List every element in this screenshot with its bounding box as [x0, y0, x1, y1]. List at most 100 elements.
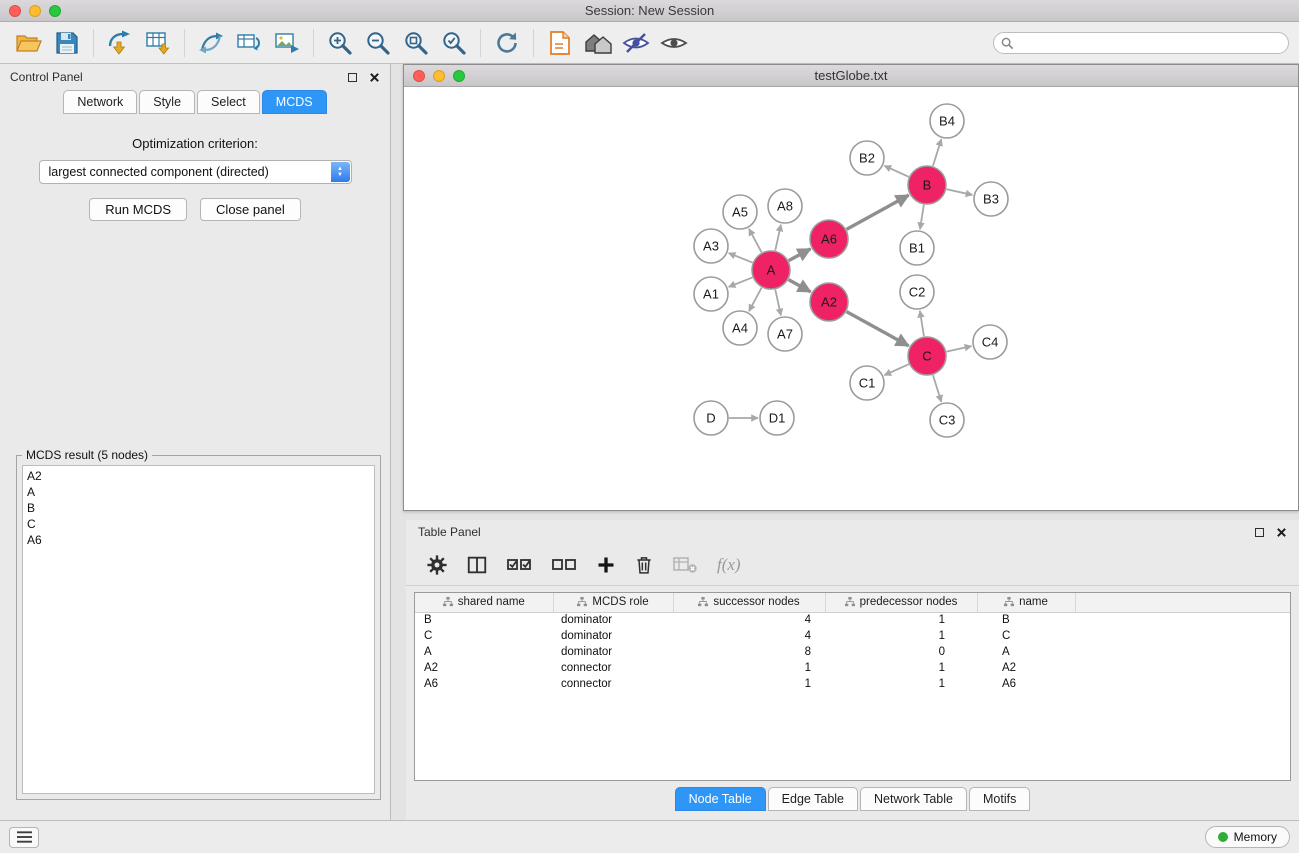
graph-node-C3[interactable]: C3 [930, 403, 964, 437]
float-panel-icon[interactable] [348, 73, 357, 82]
graph-node-A4[interactable]: A4 [723, 311, 757, 345]
table-cell[interactable]: A6 [977, 676, 1075, 692]
graph-node-A3[interactable]: A3 [694, 229, 728, 263]
table-cell[interactable]: A2 [415, 660, 553, 676]
graph-node-B3[interactable]: B3 [974, 182, 1008, 216]
zoom-fit-button[interactable] [397, 26, 435, 60]
graph-edge-B-B2[interactable] [884, 166, 908, 177]
deselect-all-columns-button[interactable] [551, 555, 578, 575]
graph-edge-B-B3[interactable] [947, 189, 973, 195]
graph-node-C[interactable]: C [908, 337, 946, 375]
graph-edge-A-A8[interactable] [775, 225, 781, 251]
table-cell[interactable]: 1 [673, 660, 825, 676]
graph-node-B[interactable]: B [908, 166, 946, 204]
graph-node-C1[interactable]: C1 [850, 366, 884, 400]
mcds-result-item[interactable]: C [27, 516, 370, 532]
tab-network-table[interactable]: Network Table [860, 787, 967, 811]
graph-node-A8[interactable]: A8 [768, 189, 802, 223]
table-row[interactable]: A6connector11A6 [415, 676, 1290, 692]
graph-edge-C-C1[interactable] [884, 364, 908, 375]
import-network-button[interactable] [192, 26, 230, 60]
table-cell[interactable]: B [977, 612, 1075, 628]
table-settings-button[interactable] [426, 554, 448, 576]
network-and-table-button[interactable] [230, 26, 268, 60]
select-all-columns-button[interactable] [506, 555, 533, 575]
table-cell[interactable]: A [977, 644, 1075, 660]
table-row[interactable]: Cdominator41C [415, 628, 1290, 644]
zoom-in-button[interactable] [321, 26, 359, 60]
graph-node-A[interactable]: A [752, 251, 790, 289]
graph-edge-A-A5[interactable] [749, 229, 762, 253]
open-session-button[interactable] [10, 26, 48, 60]
export-image-button[interactable] [268, 26, 306, 60]
save-session-button[interactable] [48, 26, 86, 60]
graph-edge-A-A2[interactable] [789, 280, 811, 292]
table-cell[interactable]: 0 [825, 644, 977, 660]
column-header-shared-name[interactable]: shared name [415, 593, 553, 612]
mcds-result-item[interactable]: A [27, 484, 370, 500]
delete-column-button[interactable] [634, 554, 654, 576]
table-cell[interactable]: 4 [673, 628, 825, 644]
graph-edge-A-A7[interactable] [775, 290, 781, 316]
close-table-panel-icon[interactable] [1276, 527, 1287, 538]
import-table-file-button[interactable] [139, 26, 177, 60]
session-snapshot-button[interactable] [541, 26, 579, 60]
table-cell[interactable]: 1 [825, 628, 977, 644]
tab-style[interactable]: Style [139, 90, 195, 114]
zoom-selected-button[interactable] [435, 26, 473, 60]
refresh-view-button[interactable] [488, 26, 526, 60]
column-header-successor-nodes[interactable]: successor nodes [673, 593, 825, 612]
close-window-button[interactable] [9, 5, 21, 17]
mcds-result-item[interactable]: B [27, 500, 370, 516]
graph-node-B1[interactable]: B1 [900, 231, 934, 265]
create-column-button[interactable] [596, 555, 616, 575]
minimize-window-button[interactable] [29, 5, 41, 17]
table-row[interactable]: Adominator80A [415, 644, 1290, 660]
table-row[interactable]: Bdominator41B [415, 612, 1290, 628]
table-cell[interactable]: dominator [553, 644, 673, 660]
maximize-network-window-button[interactable] [453, 70, 465, 82]
import-network-file-button[interactable] [101, 26, 139, 60]
table-cell[interactable]: C [415, 628, 553, 644]
zoom-out-button[interactable] [359, 26, 397, 60]
close-panel-icon[interactable] [369, 72, 380, 83]
table-cell[interactable]: 1 [825, 660, 977, 676]
tab-select[interactable]: Select [197, 90, 260, 114]
tab-motifs[interactable]: Motifs [969, 787, 1030, 811]
search-input[interactable] [993, 32, 1289, 54]
mcds-result-list[interactable]: A2ABCA6 [22, 465, 375, 794]
graph-node-B4[interactable]: B4 [930, 104, 964, 138]
graph-node-A6[interactable]: A6 [810, 220, 848, 258]
table-cell[interactable]: A6 [415, 676, 553, 692]
graph-edge-A-A4[interactable] [749, 288, 762, 312]
column-header-predecessor-nodes[interactable]: predecessor nodes [825, 593, 977, 612]
column-header-MCDS-role[interactable]: MCDS role [553, 593, 673, 612]
maximize-window-button[interactable] [49, 5, 61, 17]
graph-edge-B-B4[interactable] [933, 139, 941, 166]
graph-node-D1[interactable]: D1 [760, 401, 794, 435]
table-cell[interactable]: dominator [553, 612, 673, 628]
table-cell[interactable]: C [977, 628, 1075, 644]
table-cell[interactable]: B [415, 612, 553, 628]
tab-edge-table[interactable]: Edge Table [768, 787, 858, 811]
close-network-window-button[interactable] [413, 70, 425, 82]
table-cell[interactable]: 1 [673, 676, 825, 692]
table-cell[interactable]: 8 [673, 644, 825, 660]
tab-node-table[interactable]: Node Table [675, 787, 766, 811]
table-cell[interactable]: 1 [825, 676, 977, 692]
graph-node-C2[interactable]: C2 [900, 275, 934, 309]
memory-button[interactable]: Memory [1205, 826, 1290, 848]
graph-edge-B-B1[interactable] [920, 205, 924, 229]
graph-edge-A-A1[interactable] [729, 277, 753, 287]
graph-edge-C-C4[interactable] [947, 346, 972, 352]
graph-node-A7[interactable]: A7 [768, 317, 802, 351]
mcds-result-item[interactable]: A6 [27, 532, 370, 548]
table-cell[interactable]: dominator [553, 628, 673, 644]
close-panel-button[interactable]: Close panel [200, 198, 301, 221]
show-panels-button[interactable] [9, 827, 39, 848]
delete-table-button[interactable] [672, 555, 699, 575]
mcds-result-item[interactable]: A2 [27, 468, 370, 484]
graph-edge-A6-B[interactable] [847, 195, 909, 229]
float-table-panel-icon[interactable] [1255, 528, 1264, 537]
table-cell[interactable]: 1 [825, 612, 977, 628]
